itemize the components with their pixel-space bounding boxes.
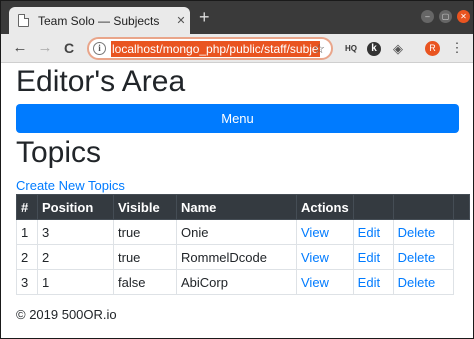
- page-footer: © 2019 500OR.io: [16, 307, 117, 322]
- bookmark-star-icon[interactable]: ☆: [313, 41, 325, 57]
- reload-button[interactable]: C: [60, 39, 78, 57]
- cell-view: View: [296, 219, 354, 245]
- address-bar[interactable]: i localhost/mongo_php/public/staff/subje…: [87, 37, 333, 60]
- cell-visible: true: [113, 244, 177, 270]
- close-window-button[interactable]: ✕: [457, 10, 470, 23]
- hq-extension-icon[interactable]: HQ: [343, 42, 359, 56]
- url-text[interactable]: localhost/mongo_php/public/staff/subje: [111, 40, 320, 57]
- tab-title: Team Solo — Subjects: [38, 13, 160, 28]
- cell-id: 1: [16, 219, 38, 245]
- menu-button[interactable]: Menu: [16, 104, 459, 133]
- cell-name: RommelDcode: [176, 244, 297, 270]
- cell-visible: false: [113, 269, 177, 295]
- table-row: 1 3 true Onie View Edit Delete: [16, 219, 470, 245]
- maximize-button[interactable]: ▢: [439, 10, 452, 23]
- header-empty: [452, 194, 470, 220]
- table-row: 2 2 true RommelDcode View Edit Delete: [16, 244, 470, 270]
- cell-visible: true: [113, 219, 177, 245]
- edit-link[interactable]: Edit: [358, 275, 380, 290]
- header-empty: [392, 194, 454, 220]
- edit-link[interactable]: Edit: [358, 225, 380, 240]
- cell-delete: Delete: [392, 269, 454, 295]
- table-header-row: # Position Visible Name Actions: [16, 194, 470, 220]
- cell-edit: Edit: [352, 269, 394, 295]
- info-icon[interactable]: i: [93, 42, 106, 55]
- topics-table: # Position Visible Name Actions 1 3 true…: [16, 194, 470, 295]
- header-id: #: [16, 194, 38, 220]
- browser-tab[interactable]: Team Solo — Subjects ✕: [9, 7, 190, 34]
- cell-name: AbiCorp: [176, 269, 297, 295]
- minimize-button[interactable]: –: [421, 10, 434, 23]
- create-new-topics-link[interactable]: Create New Topics: [16, 178, 125, 193]
- view-link[interactable]: View: [301, 225, 329, 240]
- k-extension-icon[interactable]: k: [367, 42, 381, 56]
- browser-window: Team Solo — Subjects ✕ + – ▢ ✕ ← → C i l…: [0, 0, 474, 339]
- back-button[interactable]: ←: [11, 39, 29, 57]
- header-name: Name: [176, 194, 297, 220]
- cell-edit: Edit: [352, 244, 394, 270]
- profile-avatar[interactable]: R: [425, 41, 440, 56]
- cell-position: 3: [37, 219, 114, 245]
- menu-kebab-icon[interactable]: ⋮: [448, 39, 466, 57]
- page-content: Editor's Area Menu Topics Create New Top…: [1, 63, 473, 338]
- browser-toolbar: ← → C i localhost/mongo_php/public/staff…: [1, 34, 473, 63]
- cell-name: Onie: [176, 219, 297, 245]
- cell-position: 1: [37, 269, 114, 295]
- page-icon: [18, 14, 29, 27]
- delete-link[interactable]: Delete: [398, 250, 436, 265]
- cell-view: View: [296, 244, 354, 270]
- cell-delete: Delete: [392, 219, 454, 245]
- header-actions: Actions: [296, 194, 354, 220]
- table-row: 3 1 false AbiCorp View Edit Delete: [16, 269, 470, 295]
- header-visible: Visible: [113, 194, 177, 220]
- header-empty: [352, 194, 394, 220]
- cell-delete: Delete: [392, 244, 454, 270]
- tab-bar: Team Solo — Subjects ✕ + – ▢ ✕: [1, 1, 473, 34]
- delete-link[interactable]: Delete: [398, 275, 436, 290]
- view-link[interactable]: View: [301, 275, 329, 290]
- tab-close-icon[interactable]: ✕: [172, 14, 190, 27]
- page-title: Editor's Area: [16, 65, 186, 98]
- cell-edit: Edit: [352, 219, 394, 245]
- section-title: Topics: [16, 136, 102, 169]
- delete-link[interactable]: Delete: [398, 225, 436, 240]
- pocket-icon[interactable]: ◈: [391, 42, 405, 56]
- cell-position: 2: [37, 244, 114, 270]
- new-tab-button[interactable]: +: [199, 7, 210, 27]
- forward-button[interactable]: →: [36, 39, 54, 57]
- header-position: Position: [37, 194, 114, 220]
- cell-id: 3: [16, 269, 38, 295]
- cell-view: View: [296, 269, 354, 295]
- cell-id: 2: [16, 244, 38, 270]
- edit-link[interactable]: Edit: [358, 250, 380, 265]
- view-link[interactable]: View: [301, 250, 329, 265]
